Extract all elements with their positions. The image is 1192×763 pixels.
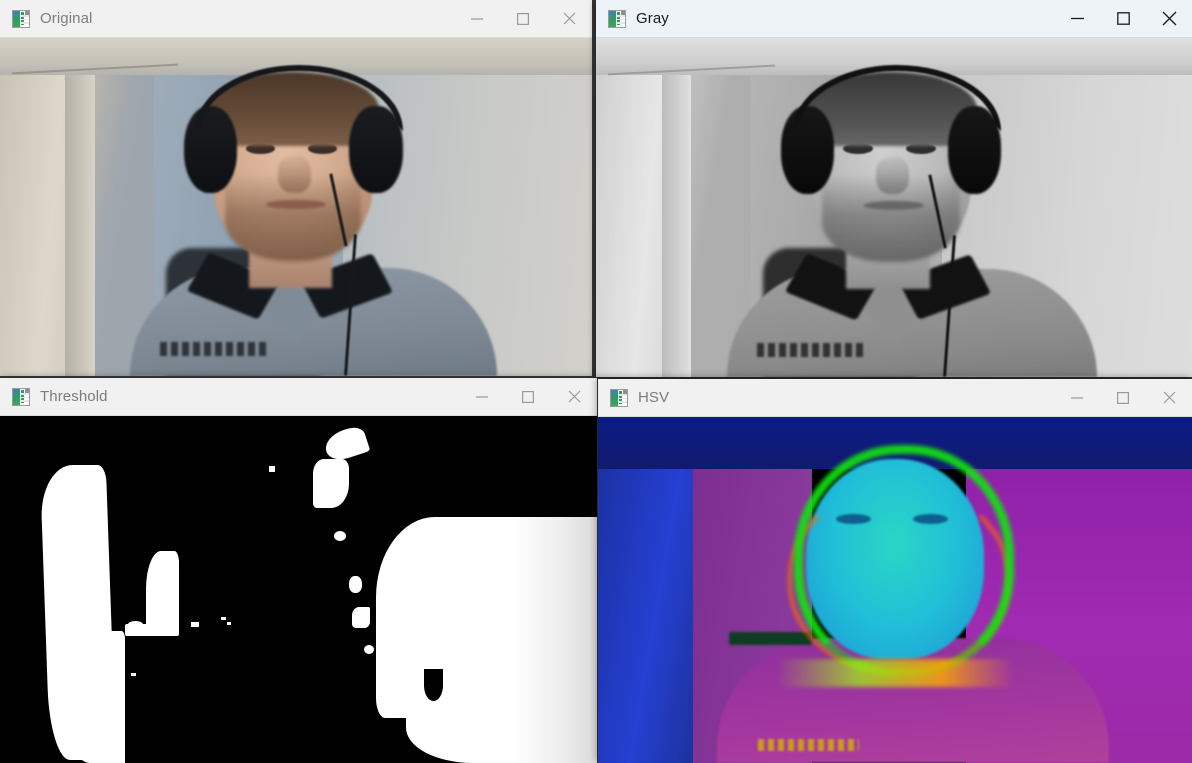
window-hsv[interactable]: HSV — [598, 379, 1192, 763]
titlebar-threshold[interactable]: Threshold — [0, 378, 597, 416]
webcam-frame-hsv — [598, 417, 1192, 763]
opencv-image-icon — [12, 9, 30, 28]
window-controls-original — [454, 0, 592, 37]
window-original[interactable]: Original — [0, 0, 592, 376]
close-button-hsv[interactable] — [1146, 379, 1192, 416]
image-canvas-hsv — [598, 417, 1192, 763]
opencv-image-icon — [12, 387, 30, 406]
window-controls-hsv — [1054, 379, 1192, 416]
opencv-image-icon — [608, 9, 626, 28]
maximize-button-original[interactable] — [500, 0, 546, 37]
titlebar-original[interactable]: Original — [0, 0, 592, 38]
maximize-button-threshold[interactable] — [505, 378, 551, 415]
maximize-button-gray[interactable] — [1100, 0, 1146, 37]
window-threshold[interactable]: Threshold — [0, 378, 597, 763]
webcam-frame-threshold — [0, 416, 597, 763]
window-gray[interactable]: Gray — [596, 0, 1192, 377]
minimize-button-gray[interactable] — [1054, 0, 1100, 37]
image-canvas-gray — [596, 38, 1192, 377]
window-title-gray: Gray — [636, 10, 669, 27]
close-button-threshold[interactable] — [551, 378, 597, 415]
image-canvas-threshold — [0, 416, 597, 763]
titlebar-hsv[interactable]: HSV — [598, 379, 1192, 417]
minimize-button-hsv[interactable] — [1054, 379, 1100, 416]
webcam-frame-color — [0, 38, 592, 376]
close-button-gray[interactable] — [1146, 0, 1192, 37]
window-controls-threshold — [459, 378, 597, 415]
minimize-button-threshold[interactable] — [459, 378, 505, 415]
image-canvas-original — [0, 38, 592, 376]
window-title-threshold: Threshold — [40, 388, 108, 405]
close-button-original[interactable] — [546, 0, 592, 37]
window-title-hsv: HSV — [638, 389, 670, 406]
maximize-button-hsv[interactable] — [1100, 379, 1146, 416]
webcam-frame-grayscale — [596, 38, 1192, 377]
minimize-button-original[interactable] — [454, 0, 500, 37]
window-title-original: Original — [40, 10, 93, 27]
titlebar-gray[interactable]: Gray — [596, 0, 1192, 38]
desktop: Original Gray Threshold HSV — [0, 0, 1192, 763]
opencv-image-icon — [610, 388, 628, 407]
window-controls-gray — [1054, 0, 1192, 37]
